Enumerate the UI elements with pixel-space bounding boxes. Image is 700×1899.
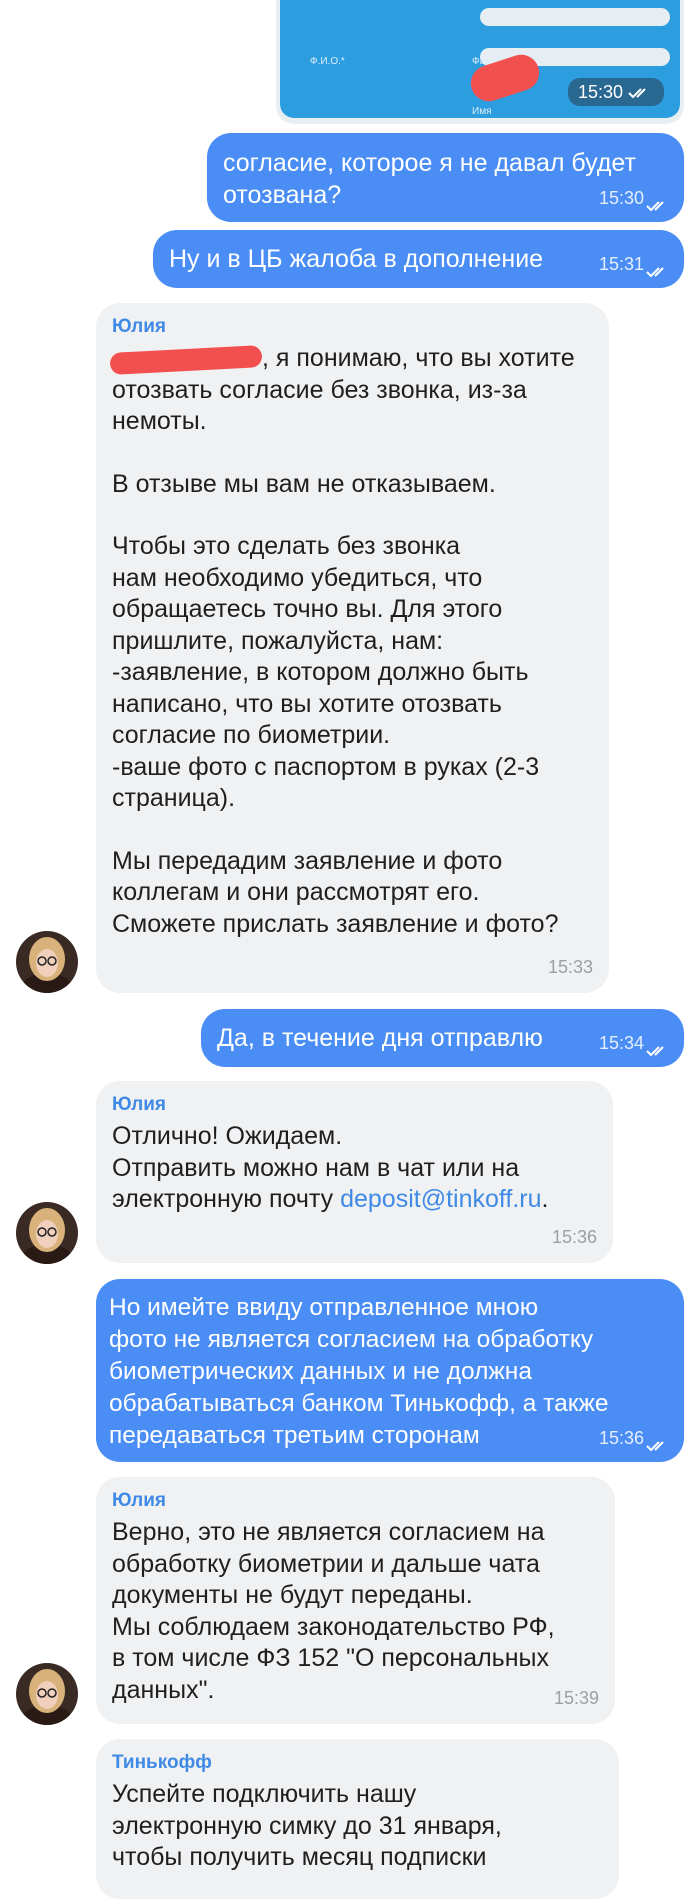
message-time: 15:33 [547, 956, 593, 977]
outgoing-message[interactable]: Да, в течение дня отправлю 15:34 [201, 1009, 684, 1067]
double-check-icon [646, 1441, 664, 1452]
message-paragraph: Чтобы это сделать без звонка нам необход… [112, 532, 540, 812]
message-text: Верно, это не является согласием на обра… [112, 1518, 555, 1704]
message-paragraph: В отзыве мы вам не отказываем. [112, 469, 496, 498]
sender-name: Юлия [112, 1490, 166, 1511]
double-check-icon [646, 1046, 664, 1057]
user-avatar-icon [16, 1663, 78, 1725]
message-time: 15:36 [598, 1428, 644, 1448]
incoming-message[interactable]: Тинькофф Успейте подключить нашу электро… [96, 1739, 619, 1899]
message-time: 15:31 [598, 254, 644, 274]
message-text: Ну и в ЦБ жалоба в дополнение [169, 245, 544, 273]
avatar[interactable] [16, 1663, 78, 1725]
sender-name: Юлия [112, 1094, 166, 1115]
message-time: 15:39 [553, 1687, 599, 1708]
message-time: 15:30 [567, 78, 664, 106]
outgoing-message[interactable]: Но имейте ввиду отправленное мною фото н… [96, 1279, 684, 1462]
double-check-icon [628, 88, 646, 99]
sender-name: Тинькофф [112, 1752, 212, 1773]
sender-name: Юлия [112, 316, 166, 337]
form-field-bar [480, 8, 670, 26]
avatar[interactable] [16, 931, 78, 993]
message-time: 15:30 [598, 188, 644, 208]
message-text: Отлично! Ожидаем. Отправить можно нам в … [112, 1122, 549, 1213]
user-avatar-icon [16, 1202, 78, 1264]
message-text: Но имейте ввиду отправленное мною фото н… [109, 1294, 609, 1449]
message-time: 15:34 [598, 1033, 644, 1053]
double-check-icon [646, 267, 664, 278]
message-body: , я понимаю, что вы хотите отозвать согл… [109, 343, 593, 940]
user-avatar-icon [16, 931, 78, 993]
message-paragraph: Мы передадим заявление и фото коллегам и… [112, 846, 559, 938]
photo-message[interactable]: Ф.И.О.* Фамилия Имя 15:30 [276, 0, 684, 124]
incoming-message[interactable]: Юлия Верно, это не является согласием на… [96, 1477, 615, 1724]
outgoing-message[interactable]: Ну и в ЦБ жалоба в дополнение 15:31 [153, 230, 684, 288]
outgoing-message[interactable]: согласие, которое я не давал будет отозв… [207, 133, 684, 222]
message-text: Успейте подключить нашу электронную симк… [112, 1780, 502, 1871]
message-time: 15:36 [551, 1226, 597, 1247]
incoming-message[interactable]: Юлия , я понимаю, что вы хотите отозвать… [96, 303, 609, 993]
avatar[interactable] [16, 1202, 78, 1264]
double-check-icon [646, 201, 664, 212]
form-field-name: Имя [472, 106, 492, 117]
form-field-label: Ф.И.О.* [310, 56, 345, 67]
email-link[interactable]: deposit@tinkoff.ru [340, 1185, 541, 1213]
incoming-message[interactable]: Юлия Отлично! Ожидаем. Отправить можно н… [96, 1081, 613, 1263]
